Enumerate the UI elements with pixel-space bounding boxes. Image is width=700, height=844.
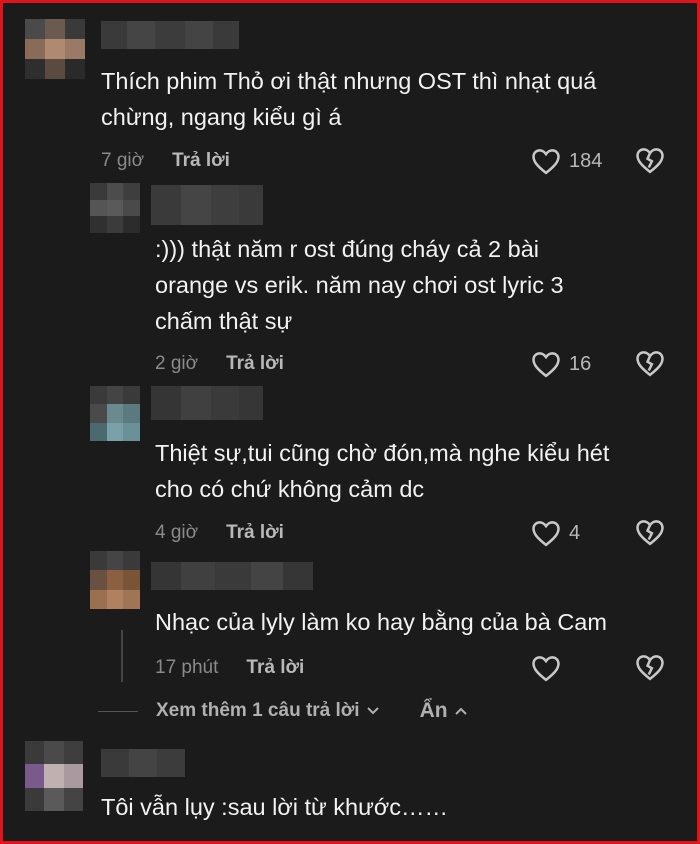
like-button[interactable] bbox=[531, 653, 569, 683]
heart-outline-icon bbox=[532, 656, 560, 682]
comments-panel: Thích phim Thỏ ơi thật nhưng OST thì nhạ… bbox=[0, 0, 700, 844]
comment-text: Tôi vẫn lụy :sau lời từ khước…… bbox=[101, 794, 448, 820]
broken-heart-icon bbox=[636, 655, 664, 681]
like-button[interactable]: 4 bbox=[531, 518, 580, 548]
comment-time: 4 giờ bbox=[155, 522, 199, 543]
like-count: 16 bbox=[569, 352, 592, 375]
reply-button[interactable]: Trả lời bbox=[226, 522, 284, 544]
username-blurred[interactable] bbox=[151, 185, 263, 225]
like-button[interactable]: 16 bbox=[531, 349, 591, 379]
comment-time: 17 phút bbox=[155, 657, 219, 678]
avatar[interactable] bbox=[90, 183, 140, 233]
dislike-button[interactable] bbox=[635, 349, 665, 379]
username-blurred[interactable] bbox=[151, 562, 313, 590]
divider bbox=[98, 710, 138, 712]
heart-outline-icon bbox=[532, 149, 560, 175]
comment-meta: 17 phút Trả lời bbox=[155, 653, 304, 683]
dislike-button[interactable] bbox=[635, 518, 665, 548]
broken-heart-icon bbox=[636, 351, 664, 377]
username-blurred[interactable] bbox=[101, 21, 239, 49]
like-count: 184 bbox=[569, 149, 603, 172]
comment-meta: 7 giờ Trả lời bbox=[101, 146, 230, 176]
broken-heart-icon bbox=[636, 148, 664, 174]
hide-replies-button[interactable]: Ẩn bbox=[420, 699, 468, 723]
comment-time: 7 giờ bbox=[101, 150, 145, 171]
avatar[interactable] bbox=[90, 551, 140, 609]
avatar[interactable] bbox=[90, 386, 140, 441]
username-blurred[interactable] bbox=[101, 749, 185, 777]
comment-meta: 2 giờ Trả lời bbox=[155, 349, 284, 379]
comment-text: Thích phim Thỏ ơi thật nhưng OST thì nhạ… bbox=[101, 68, 597, 130]
avatar[interactable] bbox=[25, 19, 85, 79]
comment-text: Nhạc của lyly làm ko hay bằng của bà Cam bbox=[155, 609, 607, 635]
heart-outline-icon bbox=[532, 352, 560, 378]
comment-text: Thiệt sự,tui cũng chờ đón,mà nghe kiểu h… bbox=[155, 440, 610, 502]
chevron-up-icon bbox=[454, 707, 467, 715]
comment-text: :))) thật năm r ost đúng cháy cả 2 bài o… bbox=[155, 236, 564, 334]
view-more-replies-button[interactable]: Xem thêm 1 câu trả lời bbox=[156, 700, 380, 722]
comment-meta: 4 giờ Trả lời bbox=[155, 518, 284, 548]
thread-controls: Xem thêm 1 câu trả lời Ẩn bbox=[98, 696, 468, 726]
heart-outline-icon bbox=[532, 521, 560, 547]
reply-button[interactable]: Trả lời bbox=[172, 150, 230, 172]
thread-line bbox=[121, 630, 123, 682]
broken-heart-icon bbox=[636, 520, 664, 546]
chevron-down-icon bbox=[366, 707, 379, 715]
dislike-button[interactable] bbox=[635, 653, 665, 683]
username-blurred[interactable] bbox=[151, 386, 263, 420]
comment-time: 2 giờ bbox=[155, 353, 199, 374]
like-count: 4 bbox=[569, 521, 581, 544]
like-button[interactable]: 184 bbox=[531, 146, 602, 176]
avatar[interactable] bbox=[25, 741, 83, 811]
dislike-button[interactable] bbox=[635, 146, 665, 176]
reply-button[interactable]: Trả lời bbox=[226, 353, 284, 375]
reply-button[interactable]: Trả lời bbox=[246, 657, 304, 679]
